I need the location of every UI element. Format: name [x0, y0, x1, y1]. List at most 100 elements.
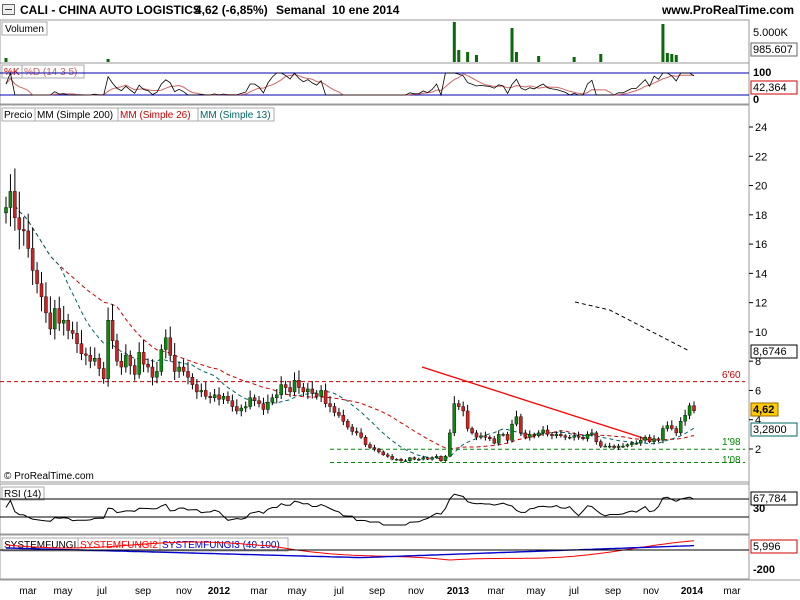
candle-body: [377, 448, 381, 453]
x-axis-label: nov: [176, 586, 192, 597]
candle-body: [186, 371, 190, 378]
candle-body: [621, 445, 625, 448]
candle-body: [479, 435, 483, 438]
volume-bar: [572, 57, 576, 62]
candle-body: [314, 393, 319, 397]
volume-panel: [0, 19, 750, 64]
svg-text:MM (Simple 26): MM (Simple 26): [120, 110, 191, 121]
candle-body: [656, 438, 661, 441]
svg-text:MM (Simple 13): MM (Simple 13): [200, 110, 271, 121]
candle-body: [514, 416, 519, 425]
candle-body: [368, 444, 372, 448]
candle-body: [48, 312, 53, 330]
volume-bar: [537, 56, 541, 62]
candle-body: [310, 388, 315, 394]
candle-body: [337, 412, 341, 416]
candle-body: [35, 270, 39, 284]
candle-body: [39, 283, 44, 297]
volume-bar: [514, 52, 518, 62]
rsi-label: RSI (14): [1, 486, 45, 501]
candle-body: [212, 394, 217, 398]
candle-body: [408, 457, 412, 461]
level-108: 1'08: [722, 455, 741, 466]
candle-body: [474, 432, 479, 438]
ma13-value: 3,2800: [753, 424, 787, 436]
candle-body: [350, 426, 354, 432]
candle-body: [603, 445, 607, 448]
candle-body: [17, 217, 22, 230]
candle-body: [44, 296, 48, 314]
candle-body: [532, 434, 536, 437]
x-axis-label: mar: [19, 586, 37, 597]
volume-bar: [457, 50, 461, 62]
candle-body: [110, 320, 115, 341]
candle-body: [203, 390, 208, 397]
candle-body: [363, 437, 368, 445]
candle-body: [599, 441, 603, 447]
volume-bar: [510, 28, 514, 62]
candle-body: [581, 437, 585, 439]
x-axis-label: jul: [333, 586, 344, 597]
candle-body: [403, 460, 408, 462]
candle-body: [106, 320, 110, 379]
candle-body: [607, 445, 612, 448]
candle-body: [164, 337, 168, 350]
volume-bar: [452, 22, 456, 62]
candle-body: [124, 355, 128, 368]
price-tick: 24: [755, 122, 767, 134]
candle-body: [261, 403, 266, 410]
candle-body: [412, 457, 417, 460]
candle-body: [448, 432, 452, 457]
candle-body: [354, 431, 359, 434]
price-labels: Precio MM (Simple 200) MM (Simple 26) MM…: [1, 107, 275, 122]
candle-body: [638, 440, 643, 444]
x-axis-label: nov: [408, 586, 424, 597]
volume-bar: [4, 58, 8, 62]
price-tick: 16: [755, 239, 767, 251]
x-axis-label: mar: [250, 586, 268, 597]
candle-body: [199, 390, 204, 393]
candle-body: [661, 428, 665, 441]
candle-body: [297, 380, 301, 388]
candle-body: [385, 454, 390, 457]
candle-body: [381, 451, 386, 456]
candle-body: [119, 360, 124, 368]
candle-body: [492, 438, 497, 444]
candle-body: [443, 456, 448, 461]
x-axis-label: jul: [96, 586, 107, 597]
price-tick: 20: [755, 181, 767, 193]
candle-body: [75, 333, 79, 344]
candle-body: [221, 396, 226, 400]
volume-scale-top: 5.000K: [753, 27, 789, 39]
candle-body: [430, 457, 434, 460]
candle-body: [306, 388, 310, 393]
volume-bar: [599, 54, 603, 62]
stoch-scale-bottom: 0: [753, 94, 759, 106]
candle-body: [523, 432, 528, 438]
candle-body: [66, 320, 70, 331]
candle-body: [4, 207, 8, 214]
candle-body: [647, 437, 652, 442]
price-tick: 12: [755, 298, 767, 310]
candle-body: [634, 442, 639, 445]
candle-body: [146, 363, 150, 368]
x-axis-label: may: [527, 586, 546, 597]
x-axis-label: mar: [723, 586, 741, 597]
x-axis-label: 2013: [447, 586, 470, 597]
copyright: © ProRealTime.com: [4, 471, 94, 482]
candle-body: [150, 366, 155, 378]
volume-bar: [106, 59, 110, 62]
svg-text:Precio: Precio: [4, 110, 33, 121]
candle-body: [257, 400, 261, 404]
x-axis-label: nov: [643, 586, 659, 597]
candle-body: [328, 403, 332, 407]
candle-body: [576, 435, 581, 438]
candle-body: [434, 456, 439, 458]
candle-body: [425, 457, 430, 460]
candle-body: [452, 403, 457, 434]
candle-body: [674, 428, 678, 434]
candle-body: [692, 405, 696, 411]
x-axis: mar may jul sep nov 2012 mar may jul sep nov 2013 ma…: [0, 579, 800, 597]
candle-body: [172, 355, 177, 372]
level-660: 6'60: [722, 370, 741, 381]
